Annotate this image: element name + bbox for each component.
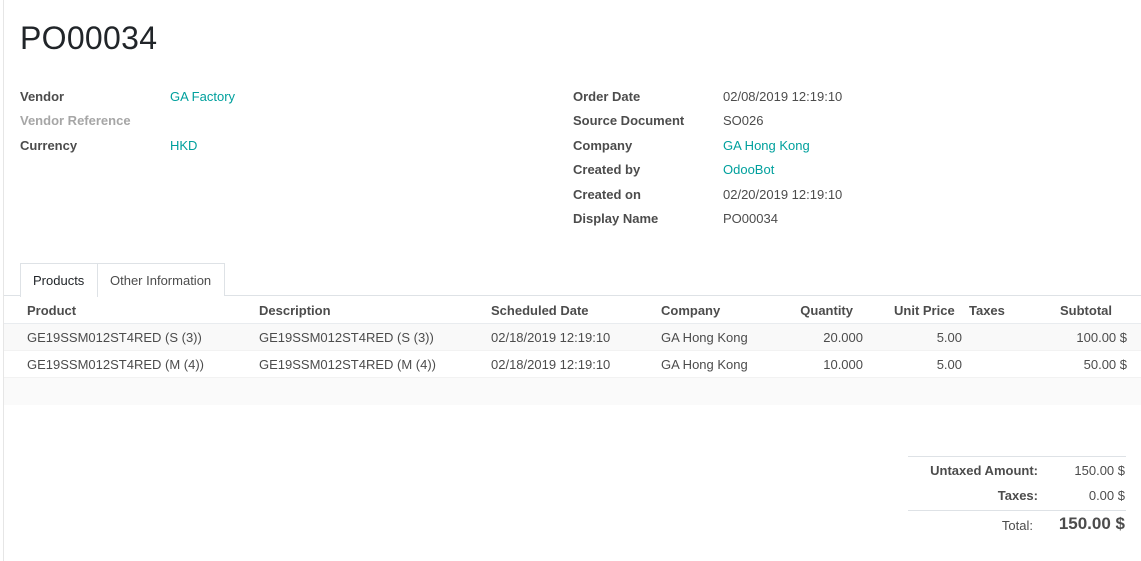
- cell-scheduled-date: 02/18/2019 12:19:10: [491, 330, 611, 345]
- totals-bottom-divider: [908, 510, 1126, 511]
- form-sheet: PO00034 Vendor GA Factory Vendor Referen…: [3, 0, 1141, 561]
- column-header-scheduled-date[interactable]: Scheduled Date: [491, 303, 589, 318]
- untaxed-amount-value: 150.00 $: [1074, 463, 1125, 478]
- cell-subtotal: 100.00 $: [1076, 330, 1127, 345]
- total-label: Total:: [1001, 518, 1033, 533]
- cell-unit-price: 5.00: [936, 330, 962, 345]
- record-title: PO00034: [20, 20, 158, 56]
- created-by-label: Created by: [573, 162, 641, 177]
- total-value: 150.00 $: [1058, 514, 1125, 533]
- cell-scheduled-date: 02/18/2019 12:19:10: [491, 357, 611, 372]
- totals-top-divider: [908, 456, 1126, 457]
- company-label: Company: [573, 138, 633, 153]
- table-header: Product Description Scheduled Date Compa…: [4, 296, 1141, 324]
- vendor-label: Vendor: [20, 89, 65, 104]
- display-name-label: Display Name: [573, 211, 659, 226]
- cell-company: GA Hong Kong: [661, 330, 748, 345]
- display-name-value: PO00034: [723, 211, 778, 226]
- company-link[interactable]: GA Hong Kong: [723, 138, 810, 153]
- source-document-label: Source Document: [573, 113, 685, 128]
- currency-label: Currency: [20, 138, 78, 153]
- column-header-taxes[interactable]: Taxes: [969, 303, 1005, 318]
- untaxed-amount-label: Untaxed Amount:: [930, 463, 1038, 478]
- cell-subtotal: 50.00 $: [1083, 357, 1127, 372]
- notebook-tabs: Products Other Information: [4, 263, 1141, 297]
- order-date-label: Order Date: [573, 89, 641, 104]
- cell-quantity: 10.000: [823, 357, 863, 372]
- created-by-link[interactable]: OdooBot: [723, 162, 774, 177]
- column-header-unit-price[interactable]: Unit Price: [894, 303, 955, 318]
- table-empty-row: [4, 378, 1141, 405]
- cell-description: GE19SSM012ST4RED (S (3)): [259, 330, 434, 345]
- cell-unit-price: 5.00: [936, 357, 962, 372]
- column-header-product[interactable]: Product: [27, 303, 76, 318]
- created-on-label: Created on: [573, 187, 641, 202]
- taxes-value: 0.00 $: [1088, 488, 1125, 503]
- tab-other-information[interactable]: Other Information: [97, 263, 225, 296]
- cell-company: GA Hong Kong: [661, 357, 748, 372]
- table-row[interactable]: GE19SSM012ST4RED (S (3)) GE19SSM012ST4RE…: [4, 324, 1141, 351]
- vendor-link[interactable]: GA Factory: [170, 89, 235, 104]
- table-row[interactable]: GE19SSM012ST4RED (M (4)) GE19SSM012ST4RE…: [4, 351, 1141, 378]
- vendor-reference-label: Vendor Reference: [20, 113, 131, 128]
- column-header-company[interactable]: Company: [661, 303, 720, 318]
- order-lines-table: Product Description Scheduled Date Compa…: [4, 296, 1141, 405]
- created-on-value: 02/20/2019 12:19:10: [723, 187, 843, 202]
- taxes-label: Taxes:: [997, 488, 1038, 503]
- cell-quantity: 20.000: [823, 330, 863, 345]
- cell-product: GE19SSM012ST4RED (S (3)): [27, 330, 202, 345]
- source-document-value: SO026: [723, 113, 764, 128]
- tab-products[interactable]: Products: [20, 263, 98, 297]
- cell-description: GE19SSM012ST4RED (M (4)): [259, 357, 436, 372]
- currency-link[interactable]: HKD: [170, 138, 197, 153]
- order-date-value: 02/08/2019 12:19:10: [723, 89, 843, 104]
- cell-product: GE19SSM012ST4RED (M (4)): [27, 357, 204, 372]
- column-header-description[interactable]: Description: [259, 303, 331, 318]
- column-header-subtotal[interactable]: Subtotal: [1060, 303, 1112, 318]
- column-header-quantity[interactable]: Quantity: [800, 303, 853, 318]
